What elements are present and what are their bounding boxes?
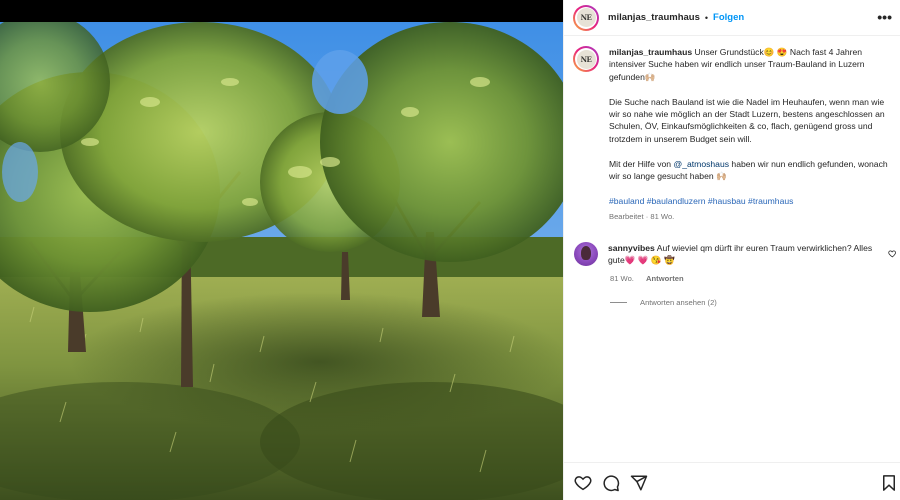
caption-avatar-logo-text: NE xyxy=(580,54,592,64)
post-photo xyxy=(0,22,563,500)
caption-avatar[interactable]: NE xyxy=(573,46,599,72)
post-caption: NE milanjas_traumhaus Unser Grundstück😊 … xyxy=(573,46,895,224)
replies-divider xyxy=(610,302,627,303)
comment-like-icon[interactable] xyxy=(888,249,897,258)
caption-paragraph-2: Die Suche nach Bauland ist wie die Nadel… xyxy=(609,96,885,144)
caption-paragraph-3: Mit der Hilfe von @_atmoshaus haben wir … xyxy=(609,158,893,183)
comment-item: sannyvibes Auf wieviel qm dürft ihr eure… xyxy=(573,242,897,267)
post-header: NE milanjas_traumhaus • Folgen ••• xyxy=(564,0,900,36)
view-replies-button[interactable]: Antworten ansehen (2) xyxy=(610,298,717,307)
bookmark-icon[interactable] xyxy=(880,474,898,492)
media-top-bar xyxy=(0,0,563,22)
commenter-avatar[interactable] xyxy=(574,242,598,266)
caption-username[interactable]: milanjas_traumhaus xyxy=(609,47,692,57)
caption-text-3a: Mit der Hilfe von xyxy=(609,158,674,169)
hashtag-links[interactable]: #bauland #baulandluzern #hausbau #traumh… xyxy=(609,195,893,207)
mention-link[interactable]: @_atmoshaus xyxy=(673,159,729,169)
more-options-icon[interactable]: ••• xyxy=(877,10,892,24)
header-separator: • xyxy=(704,12,709,23)
view-replies-label: Antworten ansehen (2) xyxy=(640,298,717,307)
post-media[interactable] xyxy=(0,0,563,500)
avatar-logo-text: NE xyxy=(580,13,592,22)
commenter-username[interactable]: sannyvibes xyxy=(608,243,655,253)
author-username[interactable]: milanjas_traumhaus xyxy=(608,12,700,23)
post-action-bar xyxy=(564,462,900,500)
comment-icon[interactable] xyxy=(602,474,620,492)
author-avatar[interactable]: NE xyxy=(573,4,599,31)
reply-button[interactable]: Antworten xyxy=(646,274,684,283)
comment-age: 81 Wo. xyxy=(610,274,634,283)
caption-edited-timestamp: Bearbeitet · 81 Wo. xyxy=(609,212,675,222)
caption-paragraph-1: milanjas_traumhaus Unser Grundstück😊 😍 N… xyxy=(609,46,893,83)
share-icon[interactable] xyxy=(630,474,648,492)
comment-meta: 81 Wo. Antworten xyxy=(610,274,684,283)
heart-icon[interactable] xyxy=(574,474,592,492)
follow-button[interactable]: Folgen xyxy=(713,12,744,23)
post-detail-panel: NE milanjas_traumhaus • Folgen ••• NE mi… xyxy=(563,0,900,500)
